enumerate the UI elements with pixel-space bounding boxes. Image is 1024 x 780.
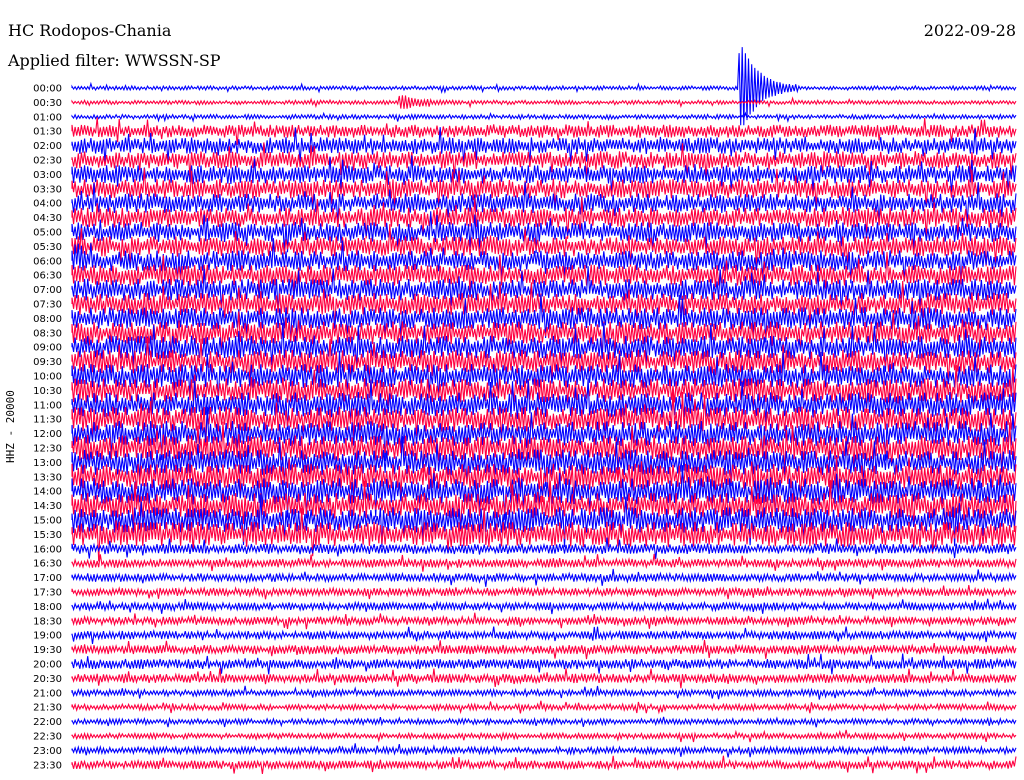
time-tick-label: 11:00 [33, 400, 62, 411]
time-tick-label: 11:30 [33, 415, 62, 426]
time-tick-labels: 00:00 00:30 01:00 01:30 02:00 02:30 03:00 03:30… [33, 84, 62, 772]
time-tick-label: 02:30 [33, 156, 62, 167]
time-tick-label: 09:30 [33, 357, 62, 368]
time-tick-label: 20:30 [33, 674, 62, 685]
time-tick-label: 21:30 [33, 703, 62, 714]
trace-line-2230 [71, 729, 1017, 743]
time-tick-label: 03:00 [33, 170, 62, 181]
time-tick-label: 21:00 [33, 688, 62, 699]
time-tick-label: 13:00 [33, 458, 62, 469]
time-tick-label: 06:30 [33, 271, 62, 282]
time-tick-label: 13:30 [33, 472, 62, 483]
trace-line-2130 [71, 700, 1017, 715]
time-tick-label: 14:30 [33, 501, 62, 512]
time-tick-label: 08:00 [33, 314, 62, 325]
time-tick-label: 17:00 [33, 573, 62, 584]
time-tick-label: 23:00 [33, 746, 62, 757]
time-tick-label: 06:00 [33, 256, 62, 267]
time-tick-label: 16:30 [33, 559, 62, 570]
trace-line-0430 [71, 197, 1017, 239]
time-tick-label: 22:00 [33, 717, 62, 728]
time-tick-label: 05:30 [33, 242, 62, 253]
trace-line-1900 [71, 626, 1017, 644]
time-tick-label: 23:30 [33, 760, 62, 771]
time-tick-label: 05:00 [33, 228, 62, 239]
seismic-traces [71, 47, 1017, 774]
time-tick-label: 19:00 [33, 631, 62, 642]
time-tick-label: 16:00 [33, 544, 62, 555]
time-tick-label: 22:30 [33, 732, 62, 743]
time-tick-label: 20:00 [33, 660, 62, 671]
trace-line-0100 [71, 111, 1017, 123]
time-tick-label: 00:30 [33, 98, 62, 109]
trace-line-1700 [71, 568, 1017, 587]
time-tick-label: 15:30 [33, 530, 62, 541]
time-tick-label: 07:30 [33, 300, 62, 311]
trace-line-2330 [71, 755, 1017, 774]
trace-line-2200 [71, 716, 1017, 728]
trace-line-1800 [71, 598, 1017, 615]
time-tick-label: 18:00 [33, 602, 62, 613]
time-tick-label: 03:30 [33, 184, 62, 195]
time-tick-label: 07:00 [33, 285, 62, 296]
trace-line-1930 [71, 639, 1017, 660]
trace-line-2030 [71, 668, 1017, 689]
time-tick-label: 12:30 [33, 444, 62, 455]
time-tick-label: 12:00 [33, 429, 62, 440]
time-tick-label: 00:00 [33, 84, 62, 95]
trace-line-1830 [71, 612, 1017, 630]
trace-line-2000 [71, 653, 1017, 675]
trace-line-0030 [71, 95, 1017, 109]
trace-line-1730 [71, 585, 1017, 600]
time-tick-label: 17:30 [33, 588, 62, 599]
time-tick-label: 09:00 [33, 343, 62, 354]
trace-line-1600 [71, 537, 1017, 560]
trace-line-2100 [71, 685, 1017, 700]
time-tick-label: 10:00 [33, 372, 62, 383]
time-tick-label: 08:30 [33, 328, 62, 339]
time-tick-label: 19:30 [33, 645, 62, 656]
trace-line-1630 [71, 553, 1017, 572]
time-tick-label: 14:00 [33, 487, 62, 498]
time-tick-label: 02:00 [33, 141, 62, 152]
trace-line-2300 [71, 743, 1017, 758]
helicorder-plot: 00:00 00:30 01:00 01:30 02:00 02:30 03:00 03:30… [33, 47, 1017, 774]
time-tick-label: 18:30 [33, 616, 62, 627]
time-tick-label: 04:00 [33, 199, 62, 210]
time-tick-label: 01:00 [33, 112, 62, 123]
time-tick-label: 15:00 [33, 516, 62, 527]
time-tick-label: 04:30 [33, 213, 62, 224]
time-tick-label: 01:30 [33, 127, 62, 138]
time-tick-label: 10:30 [33, 386, 62, 397]
